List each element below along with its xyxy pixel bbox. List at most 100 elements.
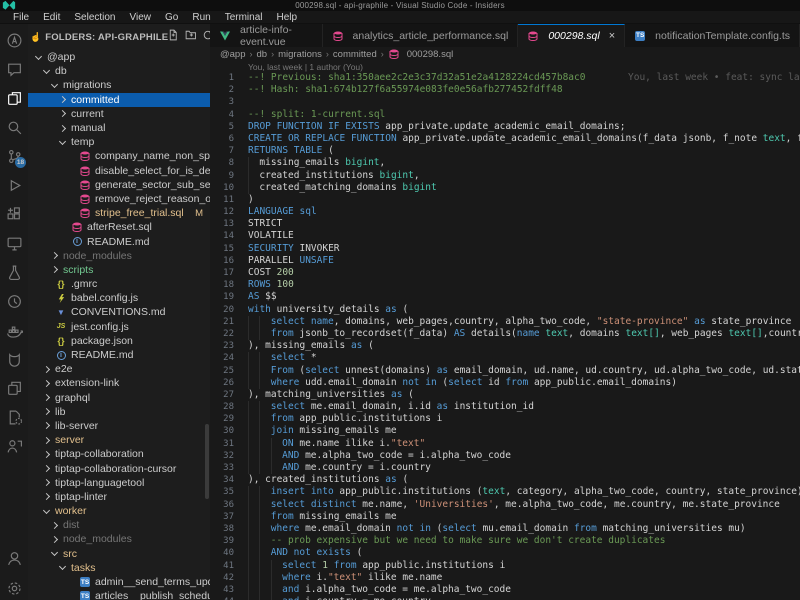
tree-folder-server[interactable]: server [28, 433, 210, 447]
tree-folder-manual[interactable]: manual [28, 121, 210, 135]
tree-folder-current[interactable]: current [28, 107, 210, 121]
chat-icon[interactable] [2, 57, 26, 81]
tree-folder-node_modules[interactable]: node_modules [28, 532, 210, 546]
menu-file[interactable]: File [6, 12, 36, 23]
tree-folder-db[interactable]: db [28, 64, 210, 78]
person-doc-icon[interactable] [2, 434, 26, 458]
tab-analytics_article_performance.sql[interactable]: analytics_article_performance.sql [323, 24, 519, 47]
tree-file-company_name_non_special.sql[interactable]: company_name_non_special.sql [28, 149, 210, 163]
menu-selection[interactable]: Selection [67, 12, 122, 23]
tree-file-jest.config.js[interactable]: JSjest.config.js [28, 320, 210, 334]
menu-run[interactable]: Run [185, 12, 217, 23]
tree-item-label: admin__send_terms_updated_e... [95, 576, 210, 588]
tree-folder-tiptap-linter[interactable]: tiptap-linter [28, 490, 210, 504]
menu-help[interactable]: Help [270, 12, 305, 23]
indent-guide [248, 523, 259, 535]
settings-icon[interactable] [2, 576, 26, 600]
clock-icon[interactable] [2, 289, 26, 313]
tree-file-generate_sector_sub_sector_que...[interactable]: generate_sector_sub_sector_que... [28, 178, 210, 192]
tree-folder-tiptap-collaboration[interactable]: tiptap-collaboration [28, 447, 210, 461]
breadcrumb-item-000298.sql[interactable]: 000298.sql [388, 48, 453, 60]
docker-icon[interactable] [2, 318, 26, 342]
indent-guide [259, 596, 270, 600]
line-content: AND me.alpha_two_code = i.alpha_two_code [234, 450, 800, 462]
tree-folder-lib[interactable]: lib [28, 405, 210, 419]
tree-file-README.md[interactable]: iREADME.md [28, 234, 210, 248]
code-editor[interactable]: 1--! Previous: sha1:350aee2c2e3c37d32a51… [210, 72, 800, 600]
git-decoration-modified-badge: M [195, 208, 203, 219]
tree-folder-committed[interactable]: committed [28, 93, 210, 107]
account-icon[interactable] [2, 546, 26, 570]
tree-folder-temp[interactable]: temp [28, 135, 210, 149]
new-file-icon[interactable] [168, 28, 180, 46]
file-settings-icon[interactable] [2, 405, 26, 429]
tree-folder-migrations[interactable]: migrations [28, 78, 210, 92]
tree-file-afterReset.sql[interactable]: afterReset.sql [28, 220, 210, 234]
testing-icon[interactable] [2, 260, 26, 284]
line-number: 27 [210, 389, 234, 401]
breadcrumb-item-migrations[interactable]: migrations [278, 49, 322, 60]
line-number: 41 [210, 560, 234, 572]
tree-file-disable_select_for_is_deleted_ent...[interactable]: disable_select_for_is_deleted_ent... [28, 164, 210, 178]
tree-file-package.json[interactable]: {}package.json [28, 334, 210, 348]
code-line: 18ROWS 100 [210, 279, 800, 291]
tree-item-label: README.md [87, 236, 149, 248]
tab-000298.sql[interactable]: 000298.sql× [518, 24, 625, 47]
tree-file-admin__send_terms_updated_e...[interactable]: TSadmin__send_terms_updated_e... [28, 575, 210, 589]
tree-file-babel.config.js[interactable]: babel.config.js [28, 291, 210, 305]
new-folder-icon[interactable] [185, 28, 197, 46]
tree-folder-extension-link[interactable]: extension-link [28, 376, 210, 390]
tree-file-articles__publish_scheduled.ts[interactable]: TSarticles__publish_scheduled.ts [28, 589, 210, 600]
copy-files-icon[interactable] [2, 376, 26, 400]
search-icon[interactable] [2, 115, 26, 139]
breadcrumb-item-db[interactable]: db [257, 49, 268, 60]
code-line: 43and i.alpha_two_code = me.alpha_two_co… [210, 584, 800, 596]
indent-guide [248, 182, 259, 194]
explorer-icon[interactable] [2, 86, 26, 110]
tree-folder-lib-server[interactable]: lib-server [28, 419, 210, 433]
line-content [234, 96, 800, 108]
line-number: 3 [210, 96, 234, 108]
menu-go[interactable]: Go [158, 12, 185, 23]
sidebar-scrollbar[interactable] [205, 424, 209, 499]
tab-article-info-event.vue[interactable]: article-info-event.vue [210, 24, 323, 47]
tree-folder-src[interactable]: src [28, 547, 210, 561]
run-debug-icon[interactable] [2, 173, 26, 197]
menu-edit[interactable]: Edit [36, 12, 67, 23]
close-icon[interactable]: × [609, 31, 615, 42]
code-line: 36select distinct me.name, 'Universities… [210, 499, 800, 511]
tree-file-remove_reject_reason_on_vote.sql[interactable]: remove_reject_reason_on_vote.sql [28, 192, 210, 206]
line-content: missing_emails bigint, [234, 157, 800, 169]
tree-folder-@app[interactable]: @app [28, 50, 210, 64]
tree-folder-worker[interactable]: worker [28, 504, 210, 518]
tab-notificationTemplate.config.ts[interactable]: TSnotificationTemplate.config.ts [625, 24, 800, 47]
tree-folder-e2e[interactable]: e2e [28, 362, 210, 376]
tree-folder-node_modules[interactable]: node_modules [28, 249, 210, 263]
tree-file-.gmrc[interactable]: {}.gmrc [28, 277, 210, 291]
menu-terminal[interactable]: Terminal [218, 12, 270, 23]
extensions-icon[interactable] [2, 202, 26, 226]
mascot-icon[interactable] [2, 347, 26, 371]
breadcrumb-item-committed[interactable]: committed [333, 49, 377, 60]
codelens-authors[interactable]: You, last week | 1 author (You) [210, 61, 800, 72]
tree-item-label: generate_sector_sub_sector_que... [95, 179, 210, 191]
code-line: 11) [210, 194, 800, 206]
ts-file-icon: TS [634, 30, 646, 42]
source-control-icon[interactable]: 18 [2, 144, 26, 168]
remote-explorer-icon[interactable] [2, 231, 26, 255]
breadcrumb-item-@app[interactable]: @app [220, 49, 246, 60]
tree-file-CONVENTIONS.md[interactable]: ▼CONVENTIONS.md [28, 305, 210, 319]
tree-file-README.md[interactable]: iREADME.md [28, 348, 210, 362]
menu-view[interactable]: View [123, 12, 159, 23]
tree-folder-graphql[interactable]: graphql [28, 391, 210, 405]
tree-file-stripe_free_trial.sql[interactable]: stripe_free_trial.sqlM [28, 206, 210, 220]
tree-folder-tiptap-languagetool[interactable]: tiptap-languagetool [28, 476, 210, 490]
tree-folder-tasks[interactable]: tasks [28, 561, 210, 575]
tree-folder-scripts[interactable]: scripts [28, 263, 210, 277]
tree-folder-tiptap-collaboration-cursor[interactable]: tiptap-collaboration-cursor [28, 461, 210, 475]
file-tree[interactable]: @appdbmigrationscommittedcurrentmanualte… [28, 50, 210, 600]
tree-item-label: db [55, 65, 67, 77]
tree-folder-dist[interactable]: dist [28, 518, 210, 532]
a-logo-icon[interactable] [2, 28, 26, 52]
breadcrumb[interactable]: @app›db›migrations›committed›000298.sql [210, 47, 800, 61]
